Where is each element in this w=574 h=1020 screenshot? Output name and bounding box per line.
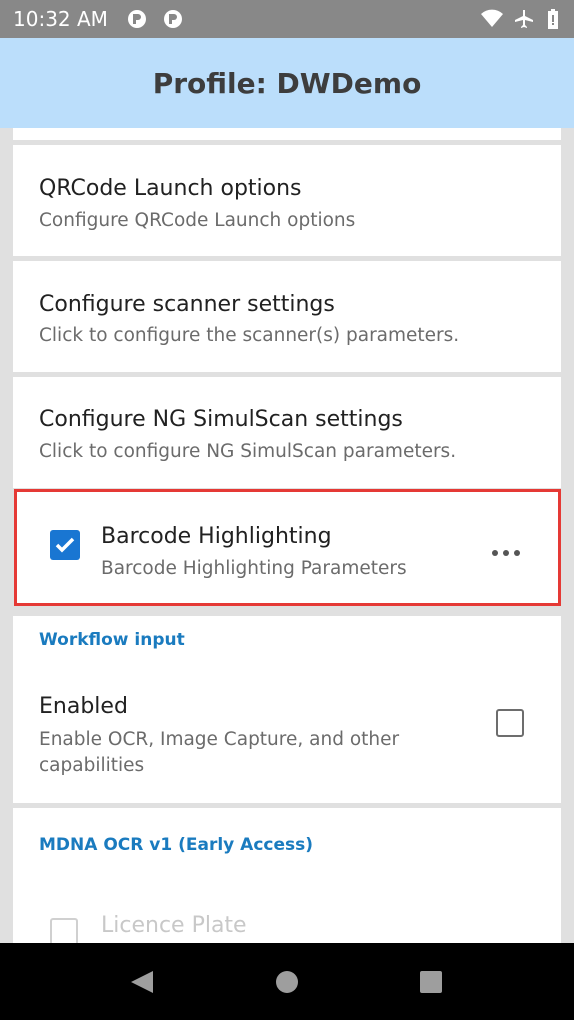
barcode-highlighting-checkbox[interactable]	[50, 530, 80, 560]
item-subtitle-line2: capabilities	[39, 755, 145, 776]
nav-back-icon[interactable]	[129, 969, 155, 999]
item-subtitle: Barcode Highlighting Parameters	[101, 558, 407, 579]
section-header-workflow-input: Workflow input	[39, 630, 185, 650]
item-title: QRCode Launch options	[39, 176, 302, 201]
item-subtitle: Click to configure the scanner(s) parame…	[39, 325, 460, 346]
status-bar: 10:32 AM	[0, 0, 574, 38]
list-item-qrcode-launch[interactable]: QRCode Launch options Configure QRCode L…	[13, 145, 561, 256]
item-title: Enabled	[39, 694, 128, 719]
battery-icon	[547, 9, 559, 29]
item-title: Configure scanner settings	[39, 292, 335, 317]
item-title: Barcode Highlighting	[101, 524, 332, 549]
item-subtitle: Configure QRCode Launch options	[39, 210, 356, 231]
list-item-simulscan-settings[interactable]: Configure NG SimulScan settings Click to…	[13, 377, 561, 488]
nav-recents-icon[interactable]	[419, 970, 443, 998]
app-bar: Profile: DWDemo	[0, 38, 574, 128]
list-item-barcode-highlighting[interactable]: Barcode Highlighting Barcode Highlightin…	[14, 489, 561, 606]
more-horiz-icon[interactable]	[491, 542, 521, 556]
item-subtitle: Click to configure NG SimulScan paramete…	[39, 441, 457, 462]
notification-p-icon	[163, 9, 183, 29]
item-title: Configure NG SimulScan settings	[39, 407, 403, 432]
airplane-icon	[514, 9, 534, 29]
nav-home-icon[interactable]	[275, 970, 299, 998]
notification-p-icon	[127, 9, 147, 29]
section-header-mdna-ocr: MDNA OCR v1 (Early Access)	[39, 835, 314, 855]
licence-plate-label: Licence Plate	[101, 913, 247, 938]
item-subtitle: Enable OCR, Image Capture, and other	[39, 729, 400, 750]
workflow-input-card: Workflow input Enabled Enable OCR, Image…	[13, 616, 561, 803]
status-time: 10:32 AM	[13, 7, 108, 31]
list-item-partial	[13, 128, 561, 140]
navigation-bar	[0, 943, 574, 1020]
list-item-scanner-settings[interactable]: Configure scanner settings Click to conf…	[13, 261, 561, 372]
workflow-enabled-checkbox[interactable]	[496, 709, 524, 737]
licence-plate-checkbox[interactable]	[50, 918, 78, 943]
wifi-icon	[481, 9, 503, 29]
page-title: Profile: DWDemo	[152, 67, 422, 100]
mdna-ocr-card: MDNA OCR v1 (Early Access) Licence Plate	[13, 808, 561, 943]
checkmark-icon	[55, 537, 75, 553]
